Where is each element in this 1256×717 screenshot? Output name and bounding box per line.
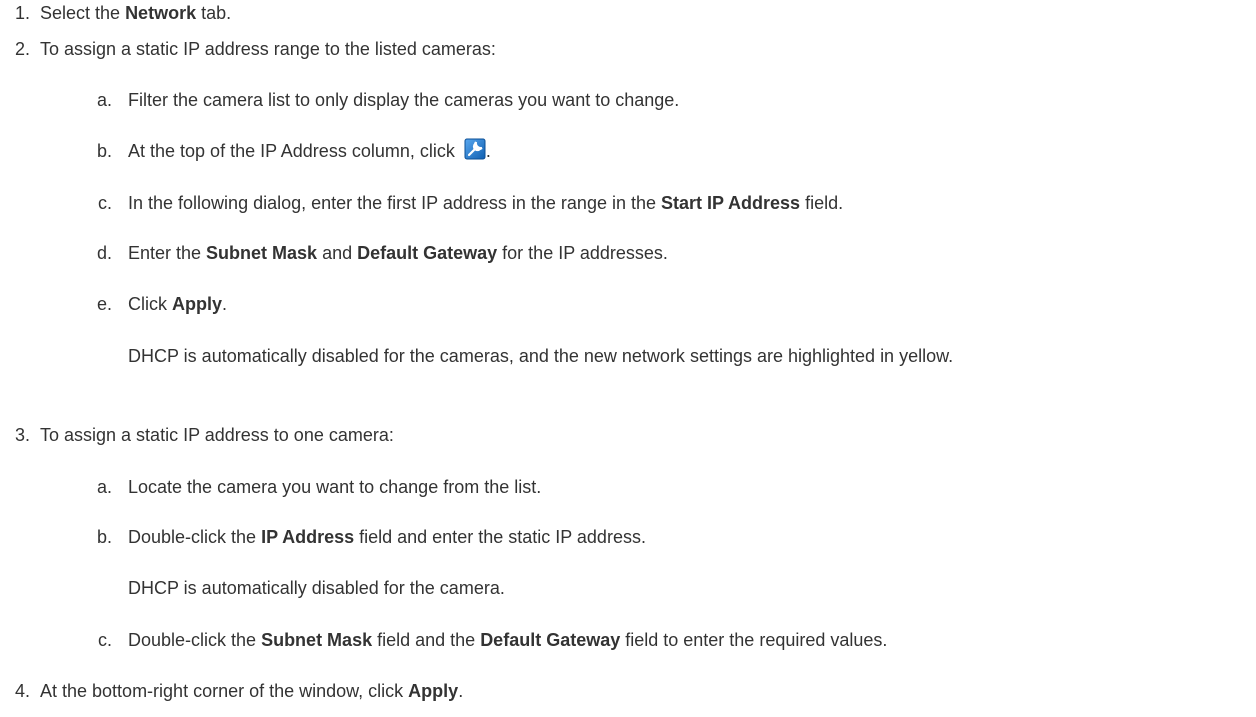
- document-page: 1. Select the Network tab. 2. To assign …: [0, 0, 1256, 717]
- default-gateway-label: Default Gateway: [480, 630, 621, 650]
- step-number: 1.: [14, 3, 30, 23]
- substep-text: At the top of the IP Address column, cli…: [128, 138, 491, 164]
- wrench-tool-icon: [464, 138, 486, 160]
- substep-letter: c.: [97, 630, 112, 650]
- subnet-mask-label: Subnet Mask: [206, 243, 318, 263]
- ip-address-label: IP Address: [261, 527, 355, 547]
- step-text: At the bottom-right corner of the window…: [40, 681, 464, 701]
- subnet-mask-label: Subnet Mask: [261, 630, 373, 650]
- substep-text: Enter the Subnet Mask and Default Gatewa…: [128, 243, 668, 263]
- substep-letter: b.: [96, 527, 112, 547]
- substep-text: Filter the camera list to only display t…: [128, 90, 680, 110]
- substep-2e-note: DHCP is automatically disabled for the c…: [128, 346, 954, 366]
- step-number: 3.: [14, 425, 30, 445]
- substep-3b-note: DHCP is automatically disabled for the c…: [128, 578, 505, 598]
- step-text: To assign a static IP address to one cam…: [40, 425, 394, 445]
- substep-text: Double-click the Subnet Mask field and t…: [128, 630, 888, 650]
- default-gateway-label: Default Gateway: [357, 243, 498, 263]
- substep-letter: c.: [97, 193, 112, 213]
- substep-letter: a.: [96, 477, 112, 497]
- substep-letter: e.: [96, 294, 112, 314]
- substep-text: Locate the camera you want to change fro…: [128, 477, 542, 497]
- start-ip-address-label: Start IP Address: [661, 193, 801, 213]
- apply-label: Apply: [172, 294, 223, 314]
- substep-text: In the following dialog, enter the first…: [128, 193, 844, 213]
- step-number: 2.: [14, 39, 30, 59]
- apply-label: Apply: [408, 681, 459, 701]
- step-text: Select the Network tab.: [40, 3, 232, 23]
- network-tab-label: Network: [125, 3, 197, 23]
- step-text: To assign a static IP address range to t…: [40, 39, 496, 59]
- substep-letter: d.: [96, 243, 112, 263]
- substep-letter: b.: [96, 141, 112, 161]
- substep-text: Double-click the IP Address field and en…: [128, 527, 646, 547]
- step-number: 4.: [14, 681, 30, 701]
- substep-letter: a.: [96, 90, 112, 110]
- substep-text: Click Apply.: [128, 294, 228, 314]
